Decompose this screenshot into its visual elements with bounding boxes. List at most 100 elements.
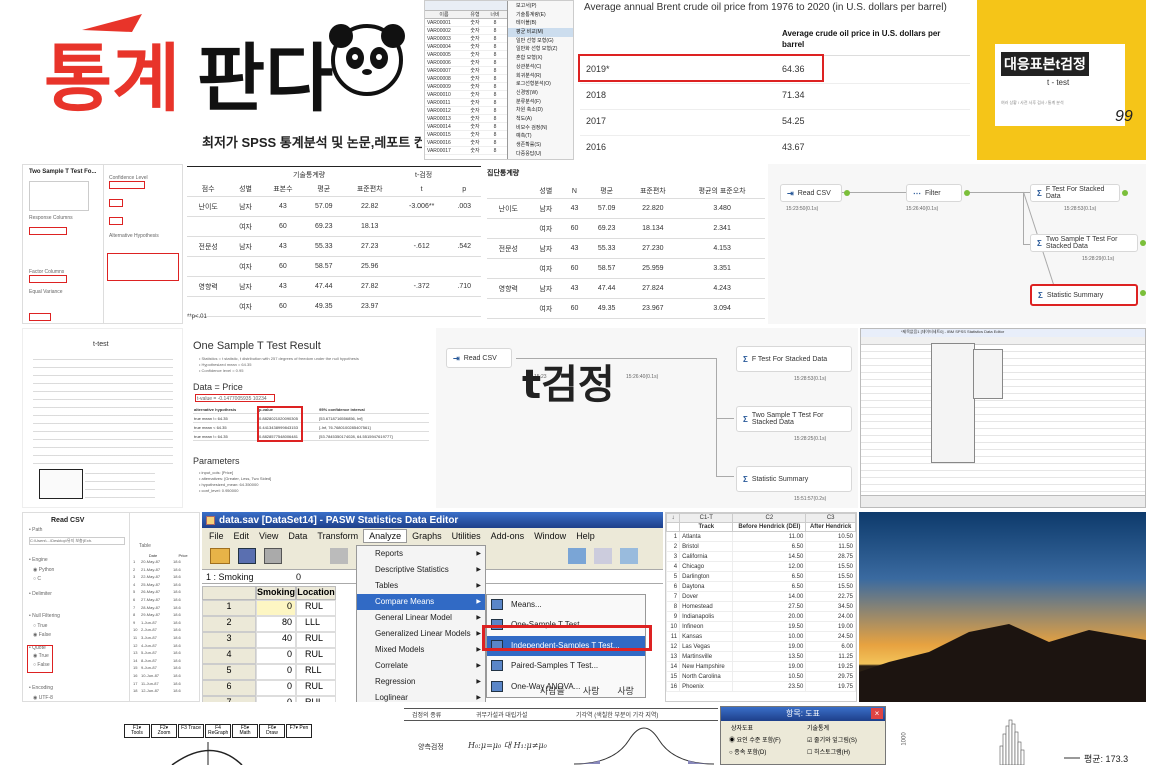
menubar-item[interactable]: Utilities: [447, 530, 486, 542]
cell[interactable]: RUL: [296, 696, 336, 702]
tile-stats-panda-banner[interactable]: 통계 판다 최저가 SPSS 통계분석 및 논문,레포트 컨: [22, 0, 422, 160]
flow-node[interactable]: ⇥ Read CSV: [446, 348, 512, 368]
menu-item[interactable]: 신경망(W): [508, 89, 573, 98]
analyze-menu-item[interactable]: Tables ▶: [357, 578, 485, 594]
flow-node[interactable]: Σ Two Sample T Test For Stacked Data: [1030, 234, 1138, 252]
analyze-menu[interactable]: Reports ▶ Descriptive Statistics ▶ Tables ▶ Co…: [356, 545, 486, 702]
tile-group-statistics[interactable]: 집단통계량 성별 N 평균 표준편차 평균의 표준오차 난이도 남자 43 57.09 22.82…: [485, 164, 766, 324]
menu-item[interactable]: 일반화 선형 모형(Z): [508, 45, 573, 54]
menubar-item[interactable]: Help: [571, 530, 600, 542]
cell[interactable]: LLL: [296, 616, 336, 632]
cell[interactable]: RUL: [296, 648, 336, 664]
tile-sunset-photo[interactable]: [859, 512, 1146, 702]
encoding-value[interactable]: ◉ UTF-8: [33, 695, 53, 701]
col-header[interactable]: Location: [296, 586, 336, 600]
kdialog-opt[interactable]: ○ 종속 포함(D): [729, 747, 766, 756]
analyze-menu-item[interactable]: Reports ▶: [357, 546, 485, 562]
flow-node[interactable]: ΣF Test For Stacked Data: [1030, 184, 1120, 202]
open-folder-icon[interactable]: [210, 548, 230, 564]
kdialog-chk[interactable]: ☑ 줄기와 잎그림(S): [807, 735, 857, 744]
menu-item[interactable]: 회귀분석(R): [508, 72, 573, 81]
data-row[interactable]: 7 0 RUL: [202, 696, 336, 702]
tile-spss-screenshot[interactable]: *제목없음1 [데이터세트0] - IBM SPSS Statistics Da…: [860, 328, 1146, 508]
engine-radio[interactable]: ○ C: [33, 576, 41, 582]
scale-icon[interactable]: [594, 548, 612, 564]
kdialog-opt[interactable]: ◉ 요인 수준 포함(F): [729, 735, 781, 744]
print-icon[interactable]: [264, 548, 282, 564]
menubar-item[interactable]: Window: [529, 530, 571, 542]
flow-node[interactable]: Σ Two Sample T Test For Stacked Data: [736, 406, 852, 432]
cell[interactable]: 0: [256, 664, 296, 680]
menu-item[interactable]: 척도(A): [508, 115, 573, 124]
cell[interactable]: 0: [256, 680, 296, 696]
engine-radio[interactable]: ◉ Python: [33, 567, 54, 573]
analyze-menu-item[interactable]: Descriptive Statistics ▶: [357, 562, 485, 578]
menu-item[interactable]: 상관분석(C): [508, 63, 573, 72]
tile-ttest-dialog[interactable]: Two Sample T Test Fo... Confidence Level…: [22, 164, 183, 324]
menubar-item[interactable]: Data: [283, 530, 312, 542]
save-icon[interactable]: [238, 548, 256, 564]
menubar-item[interactable]: Analyze: [363, 529, 408, 543]
data-row[interactable]: 2 80 LLL: [202, 616, 336, 632]
analyze-menu-item[interactable]: Regression ▶: [357, 674, 485, 690]
menu-item[interactable]: 혼합 모형(X): [508, 54, 573, 63]
data-row[interactable]: 4 0 RUL: [202, 648, 336, 664]
menubar-item[interactable]: Transform: [312, 530, 363, 542]
kdialog-chk[interactable]: ☐ 히스토그램(H): [807, 747, 850, 756]
menu-item[interactable]: 로그선형분석(O): [508, 80, 573, 89]
menubar-item[interactable]: Graphs: [407, 530, 447, 542]
menu-item[interactable]: 보고서(P): [508, 2, 573, 11]
close-icon[interactable]: ×: [871, 708, 883, 719]
pasw-data-grid[interactable]: Smoking Location 1 0 RUL 2 80 LLL 3 40 RUL 4 0 RUL 5 0 R…: [202, 586, 336, 702]
null-radio[interactable]: ○ True: [33, 623, 47, 629]
data-row[interactable]: 5 0 RLL: [202, 664, 336, 680]
menu-item[interactable]: 비모수 검정(N): [508, 124, 573, 133]
pasw-menubar[interactable]: File Edit View Data Transform Analyze Graphs Ut…: [202, 528, 663, 544]
menu-item[interactable]: 생존확률(S): [508, 141, 573, 150]
flow-node[interactable]: Σ Statistic Summary: [1030, 284, 1138, 306]
tile-descriptive-ttest-table[interactable]: 기술통계량 t-검정 점수 성별 표본수 평균 표준편차 t p 난이도 남자 43 57.09 22…: [185, 164, 483, 324]
menu-item[interactable]: 기술통계량(E): [508, 11, 573, 20]
data-row[interactable]: 1 0 RUL: [202, 600, 336, 616]
tile-read-csv[interactable]: Read CSV • Path • Engine • Delimiter • Null…: [22, 512, 200, 702]
data-row[interactable]: 3 40 RUL: [202, 632, 336, 648]
tile-korean-dialog[interactable]: 항목: 도표 × 상자도표 기술통계 ◉ 요인 수준 포함(F) ○ 종속 포함…: [720, 706, 886, 765]
flow-node[interactable]: Σ Statistic Summary: [736, 466, 852, 492]
menu-item[interactable]: 일반 선형 모형(G): [508, 37, 573, 46]
cell[interactable]: RUL: [296, 632, 336, 648]
spss-analyze-menu[interactable]: 보고서(P) 기술통계량(E) 테이블(B) 평균 비교(M) 일반 선형 모형(G) 일…: [507, 1, 573, 159]
cell[interactable]: 80: [256, 616, 296, 632]
null-radio[interactable]: ◉ False: [33, 632, 51, 638]
menu-item[interactable]: 테이블(B): [508, 19, 573, 28]
menubar-item[interactable]: File: [204, 530, 229, 542]
analyze-menu-item[interactable]: Mixed Models ▶: [357, 642, 485, 658]
menubar-item[interactable]: Add-ons: [486, 530, 530, 542]
cell[interactable]: 40: [256, 632, 296, 648]
analyze-menu-item[interactable]: Correlate ▶: [357, 658, 485, 674]
tile-graphing-calculator[interactable]: F1▾ Tools F2▾ Zoom F3 Trace F4 ReGraph F5▾ M…: [22, 706, 402, 765]
cell[interactable]: 0: [256, 648, 296, 664]
tile-histogram[interactable]: 1000 평균: 173.3: [888, 706, 1146, 765]
tile-hypothesis-table[interactable]: 검정의 종류 귀무가설과 대립가설 기각역 (색칠한 부분이 기각 지역) 양측…: [404, 706, 718, 765]
menubar-item[interactable]: View: [254, 530, 283, 542]
menu-item[interactable]: 차원 축소(D): [508, 106, 573, 115]
menu-item[interactable]: 예측(T): [508, 132, 573, 141]
menubar-item[interactable]: Edit: [229, 530, 255, 542]
menu-item[interactable]: 평균 비교(M): [508, 28, 573, 37]
cell[interactable]: RUL: [296, 600, 336, 616]
analyze-menu-item[interactable]: Loglinear ▶: [357, 690, 485, 702]
tile-paired-ttest-card[interactable]: 대응표본t검정 t - test 여러 상황 / 사전 사후 검사 / 통계 분…: [977, 0, 1146, 160]
tile-spss-variable-list[interactable]: 이름 유형 너비 VAR00001 숫자 8 VAR00002 숫자 8 VAR00003 숫…: [424, 0, 574, 160]
cell[interactable]: 0: [256, 600, 296, 616]
menu-item[interactable]: 분류분석(F): [508, 98, 573, 107]
tile-ttest-document[interactable]: t-test: [22, 328, 183, 508]
path-input[interactable]: C:\Users\...\Desktop\뮤지 보충(Exh.: [29, 537, 125, 545]
tile-workflow-1[interactable]: ⇥ Read CSV 15:23:50(0.1s) ⋯ Filter 15:26:40(0…: [768, 164, 1146, 324]
analyze-menu-item[interactable]: General Linear Model ▶: [357, 610, 485, 626]
data-row[interactable]: 6 0 RUL: [202, 680, 336, 696]
compare-menu-item[interactable]: Means...: [487, 595, 645, 615]
col-header[interactable]: Smoking: [256, 586, 296, 600]
tile-one-sample-result[interactable]: One Sample T Test Result • Statistics = …: [185, 328, 434, 508]
analyze-menu-item[interactable]: Compare Means ▶: [357, 594, 485, 610]
flow-node[interactable]: ⇥ Read CSV: [780, 184, 842, 202]
